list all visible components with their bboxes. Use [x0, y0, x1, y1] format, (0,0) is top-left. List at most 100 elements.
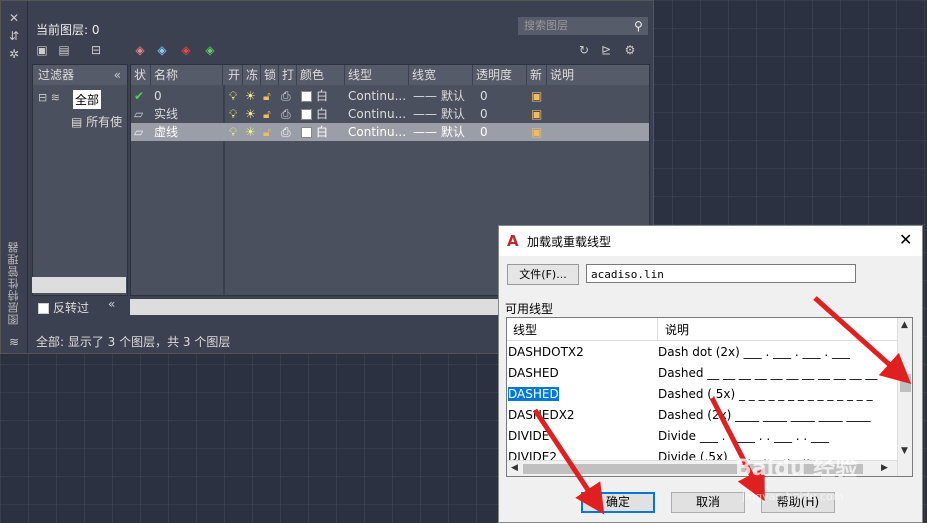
available-linetypes-label: 可用线型 — [505, 302, 554, 316]
collapse-icon[interactable]: « — [108, 297, 115, 311]
file-button[interactable]: 文件(F)... — [507, 264, 579, 285]
filter-tree-pane: 过滤器 « ⊟ ≋ 全部 ▤ 所有使 — [32, 64, 128, 296]
linetype-desc: Dash dot (2x) ___ . ___ . ___ . ___ — [658, 345, 850, 359]
layer-name: 虚线 — [154, 125, 179, 139]
scroll-right-icon[interactable]: ▶ — [881, 463, 888, 473]
list-item-selected[interactable]: DASHED Dashed (.5x) _ _ _ _ _ _ _ _ _ _ … — [507, 384, 897, 405]
bulb-icon[interactable]: 💡︎ — [229, 105, 237, 123]
list-item[interactable]: DASHED Dashed __ __ __ __ __ __ __ __ __… — [507, 363, 897, 384]
cancel-button[interactable]: 取消 — [671, 492, 745, 513]
search-icon[interactable]: ⚲ — [634, 19, 643, 33]
layer-linetype[interactable]: Continu... — [348, 123, 406, 141]
group-filter-icon[interactable]: ▤ — [56, 43, 72, 57]
new-layer-frozen-icon[interactable]: ◈ — [154, 43, 170, 57]
sun-icon[interactable]: ☀ — [245, 105, 256, 123]
new-vp-freeze-icon[interactable]: ▣ — [531, 123, 542, 141]
col-transparency[interactable]: 透明度 — [473, 65, 527, 85]
linetype-desc: Divide ___ . . ___ . . ___ . . ___ — [658, 429, 830, 443]
layer-transparency[interactable]: 0 — [480, 105, 488, 123]
scroll-down-icon[interactable]: ▼ — [901, 446, 908, 456]
scroll-thumb[interactable] — [900, 374, 911, 392]
layers-icon: ≋ — [8, 335, 20, 349]
new-filter-icon[interactable]: ▣ — [34, 43, 50, 57]
bulb-icon[interactable]: 💡︎ — [229, 123, 237, 141]
unlock-icon[interactable]: 🔓︎ — [263, 105, 271, 123]
list-item[interactable]: DIVIDE Divide ___ . . ___ . . ___ . . __… — [507, 426, 897, 447]
properties-gear-icon[interactable]: ✲ — [7, 47, 21, 61]
watermark: Baidu 经验 — [735, 456, 858, 481]
printer-icon[interactable]: ⎙ — [281, 123, 291, 141]
filter-header-label: 过滤器 — [38, 68, 75, 82]
new-vp-freeze-icon[interactable]: ▣ — [531, 87, 542, 105]
delete-layer-icon[interactable]: ◈ — [178, 43, 194, 57]
search-layers-input[interactable]: 搜索图层 — [518, 17, 648, 35]
settings-icon[interactable]: ⊵ — [598, 43, 614, 57]
status-text: 全部: 显示了 3 个图层，共 3 个图层 — [36, 335, 231, 349]
col-name[interactable]: 名称 — [151, 65, 223, 85]
unlock-icon[interactable]: 🔓︎ — [263, 87, 271, 105]
list-vscroll[interactable]: ▲ ▼ — [897, 318, 912, 476]
linetype-name: DIVIDE — [508, 429, 550, 443]
list-item[interactable]: DASHDOTX2 Dash dot (2x) ___ . ___ . ___ … — [507, 342, 897, 363]
close-icon[interactable]: ✕ — [7, 11, 21, 25]
col-on[interactable]: 开 — [225, 65, 243, 85]
set-current-icon[interactable]: ◈ — [202, 43, 218, 57]
col-color[interactable]: 颜色 — [297, 65, 345, 85]
ok-button[interactable]: 确定 — [581, 492, 655, 513]
watermark-url: jingyan.baidu.com — [742, 490, 844, 503]
list-item[interactable]: DASHEDX2 Dashed (2x) ____ ____ ____ ____… — [507, 405, 897, 426]
refresh-icon[interactable]: ↻ — [576, 43, 592, 57]
collapse-filter-icon[interactable]: « — [114, 65, 121, 85]
table-row-selected[interactable]: ▱ 虚线 💡︎ ☀ 🔓︎ ⎙ 白 Continu... —— 默认 0 ▣ — [131, 123, 649, 141]
col-plot[interactable]: 打 — [279, 65, 297, 85]
file-name-field[interactable]: acadiso.lin — [586, 264, 856, 283]
filter-hscroll[interactable] — [32, 277, 126, 293]
invert-filter-checkbox[interactable]: 反转过 — [38, 299, 89, 316]
close-icon[interactable]: ✕ — [899, 230, 912, 249]
col-description-header[interactable]: 说明 — [665, 321, 689, 338]
table-row[interactable]: ✔ 0 💡︎ ☀ 🔓︎ ⎙ 白 Continu... —— 默认 0 ▣ — [131, 87, 649, 105]
sun-icon[interactable]: ☀ — [245, 87, 256, 105]
gear-icon[interactable]: ⚙ — [622, 43, 638, 57]
linetype-desc: Dashed __ __ __ __ __ __ __ __ __ __ __ — [658, 366, 878, 380]
new-layer-icon[interactable]: ◈ — [132, 43, 148, 57]
scroll-up-icon[interactable]: ▲ — [901, 320, 908, 330]
printer-icon[interactable]: ⎙ — [281, 87, 291, 105]
col-lineweight[interactable]: 线宽 — [409, 65, 473, 85]
tree-item-all[interactable]: 全部 — [73, 90, 102, 109]
layer-states-icon[interactable]: ⊟ — [88, 43, 104, 57]
col-linetype[interactable]: 线型 — [345, 65, 409, 85]
dialog-title-bar[interactable]: A 加载或重载线型 ✕ — [499, 226, 922, 256]
layer-color[interactable]: 白 — [301, 87, 328, 105]
sun-icon[interactable]: ☀ — [245, 123, 256, 141]
linetype-name: DASHED — [508, 387, 559, 401]
layer-color[interactable]: 白 — [301, 123, 328, 141]
col-freeze[interactable]: 冻 — [243, 65, 261, 85]
printer-icon[interactable]: ⎙ — [281, 105, 291, 123]
layer-transparency[interactable]: 0 — [480, 87, 488, 105]
filter-header: 过滤器 « — [33, 65, 127, 85]
layer-icon: ▱ — [134, 107, 144, 121]
table-row[interactable]: ▱ 实线 💡︎ ☀ 🔓︎ ⎙ 白 Continu... —— 默认 0 ▣ — [131, 105, 649, 123]
new-vp-freeze-icon[interactable]: ▣ — [531, 105, 542, 123]
bulb-icon[interactable]: 💡︎ — [229, 87, 237, 105]
layer-lineweight[interactable]: —— 默认 — [413, 123, 465, 141]
layer-lineweight[interactable]: —— 默认 — [413, 87, 465, 105]
palette-side-strip: ✕ ⇵ ✲ 图层特性管理器 ≋ — [1, 1, 28, 353]
col-status[interactable]: 状 — [131, 65, 151, 85]
scroll-left-icon[interactable]: ◀ — [511, 463, 518, 473]
layer-linetype[interactable]: Continu... — [348, 87, 406, 105]
grid-header: 状 名称 开 冻 锁 打 颜色 线型 线宽 透明度 新 说明 — [131, 65, 649, 85]
col-lock[interactable]: 锁 — [261, 65, 279, 85]
col-linetype-header[interactable]: 线型 — [513, 321, 537, 338]
layer-linetype[interactable]: Continu... — [348, 105, 406, 123]
col-new-vp[interactable]: 新 — [527, 65, 547, 85]
layer-color[interactable]: 白 — [301, 105, 328, 123]
col-description[interactable]: 说明 — [547, 65, 649, 85]
tree-expand-icon[interactable]: ⊟ ≋ — [38, 91, 60, 104]
unlock-icon[interactable]: 🔓︎ — [263, 123, 271, 141]
layer-transparency[interactable]: 0 — [480, 123, 488, 141]
layer-lineweight[interactable]: —— 默认 — [413, 105, 465, 123]
tree-item-used[interactable]: ▤ 所有使 — [71, 113, 122, 130]
auto-hide-icon[interactable]: ⇵ — [7, 29, 21, 43]
